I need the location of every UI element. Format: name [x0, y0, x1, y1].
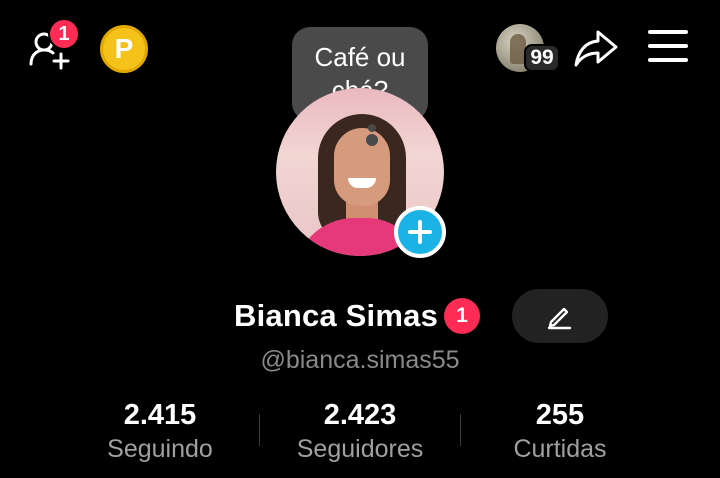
stat-divider — [259, 414, 260, 446]
menu-icon — [648, 30, 688, 62]
profile-name-row: Bianca Simas 1 — [234, 294, 481, 338]
share-icon — [574, 30, 618, 67]
stat-followers-label: Seguidores — [296, 435, 424, 463]
note-bubble-dot — [366, 134, 378, 146]
pencil-icon — [547, 307, 572, 330]
stat-likes-value: 255 — [535, 399, 585, 431]
stat-following[interactable]: 2.415 Seguindo — [80, 398, 240, 465]
coin-button[interactable]: P — [100, 25, 148, 73]
stat-followers-value: 2.423 — [323, 399, 397, 431]
profile-stats: 2.415 Seguindo 2.423 Seguidores 255 Curt… — [60, 398, 660, 468]
stat-following-label: Seguindo — [107, 435, 213, 463]
coin-icon: P — [114, 33, 134, 64]
stat-divider — [460, 414, 461, 446]
note-bubble-dot-small — [368, 124, 376, 132]
menu-button[interactable] — [648, 30, 688, 64]
stat-followers[interactable]: 2.423 Seguidores — [280, 398, 440, 465]
profile-name: Bianca Simas — [234, 298, 439, 333]
friend-requests-badge: 1 — [48, 18, 80, 50]
note-text-line1: Café ou — [314, 42, 406, 72]
stat-likes-label: Curtidas — [513, 435, 607, 463]
edit-profile-button[interactable] — [512, 289, 608, 343]
share-button[interactable] — [572, 26, 620, 70]
story-count-badge: 99 — [524, 44, 560, 72]
profile-avatar-container — [276, 88, 446, 258]
name-notification-badge: 1 — [444, 298, 481, 334]
stat-following-value: 2.415 — [123, 399, 197, 431]
stat-likes[interactable]: 255 Curtidas — [480, 398, 640, 465]
add-friend-button[interactable]: 1 — [28, 18, 80, 70]
plus-icon — [408, 220, 432, 244]
add-story-button[interactable] — [394, 206, 446, 258]
profile-handle: @bianca.simas55 — [260, 346, 460, 374]
